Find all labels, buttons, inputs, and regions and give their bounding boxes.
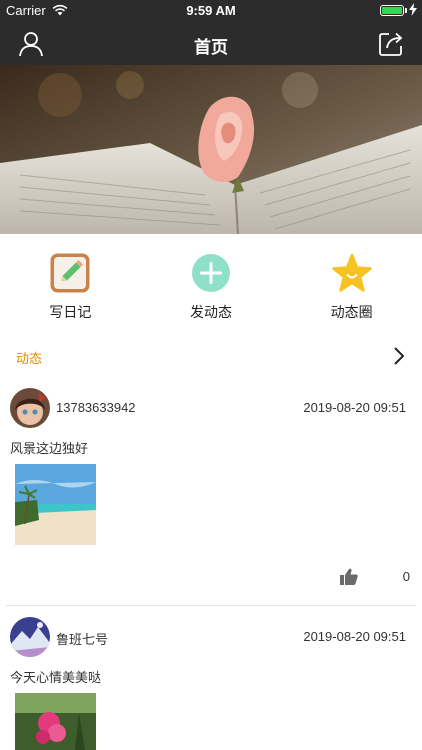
moments-button[interactable]: 动态圈 — [281, 234, 422, 334]
post-text: 今天心情美美哒 — [10, 670, 102, 685]
status-time: 9:59 AM — [186, 3, 236, 18]
avatar-image — [10, 388, 50, 428]
flower-photo — [15, 693, 96, 750]
diary-icon — [50, 253, 90, 293]
page-title: 首页 — [194, 38, 228, 57]
quick-actions: 写日记 发动态 动态圈 — [0, 234, 422, 334]
post-image[interactable] — [15, 693, 96, 750]
post-username[interactable]: 13783633942 — [56, 400, 136, 415]
feed-post[interactable]: 13783633942 2019-08-20 09:51 风景这边独好 0 — [6, 384, 416, 606]
beach-photo — [15, 464, 96, 545]
charging-bolt-icon — [409, 3, 417, 16]
chevron-right-icon[interactable] — [392, 346, 406, 366]
avatar[interactable] — [10, 617, 50, 657]
battery-fill — [382, 7, 402, 14]
avatar-image — [10, 617, 50, 657]
post-time: 2019-08-20 09:51 — [303, 629, 406, 644]
post-status-label: 发动态 — [190, 304, 232, 320]
status-bar: Carrier 9:59 AM — [0, 0, 422, 22]
thumbs-up-icon[interactable] — [340, 568, 358, 585]
post-image[interactable] — [15, 464, 96, 545]
feed-section-header[interactable]: 动态 — [0, 338, 422, 374]
nav-bar: 首页 — [0, 22, 422, 65]
battery-icon — [380, 5, 404, 16]
post-status-button[interactable]: 发动态 — [141, 234, 282, 334]
star-icon — [331, 253, 372, 292]
write-diary-label: 写日记 — [49, 304, 92, 320]
post-username[interactable]: 鲁班七号 — [56, 629, 108, 648]
write-diary-button[interactable]: 写日记 — [0, 234, 141, 334]
avatar[interactable] — [10, 388, 50, 428]
section-title: 动态 — [16, 351, 43, 366]
like-count: 0 — [402, 569, 410, 584]
post-time: 2019-08-20 09:51 — [303, 400, 406, 415]
post-text: 风景这边独好 — [10, 441, 89, 456]
book-rose-illustration — [0, 65, 422, 234]
share-icon[interactable] — [376, 29, 406, 59]
plus-circle-icon — [192, 254, 230, 292]
top-bar: Carrier 9:59 AM 首页 — [0, 0, 422, 65]
battery-cap — [405, 8, 407, 13]
feed-post[interactable]: 鲁班七号 2019-08-20 09:51 今天心情美美哒 — [6, 613, 416, 750]
banner-image[interactable] — [0, 65, 422, 234]
moments-label: 动态圈 — [330, 304, 373, 320]
